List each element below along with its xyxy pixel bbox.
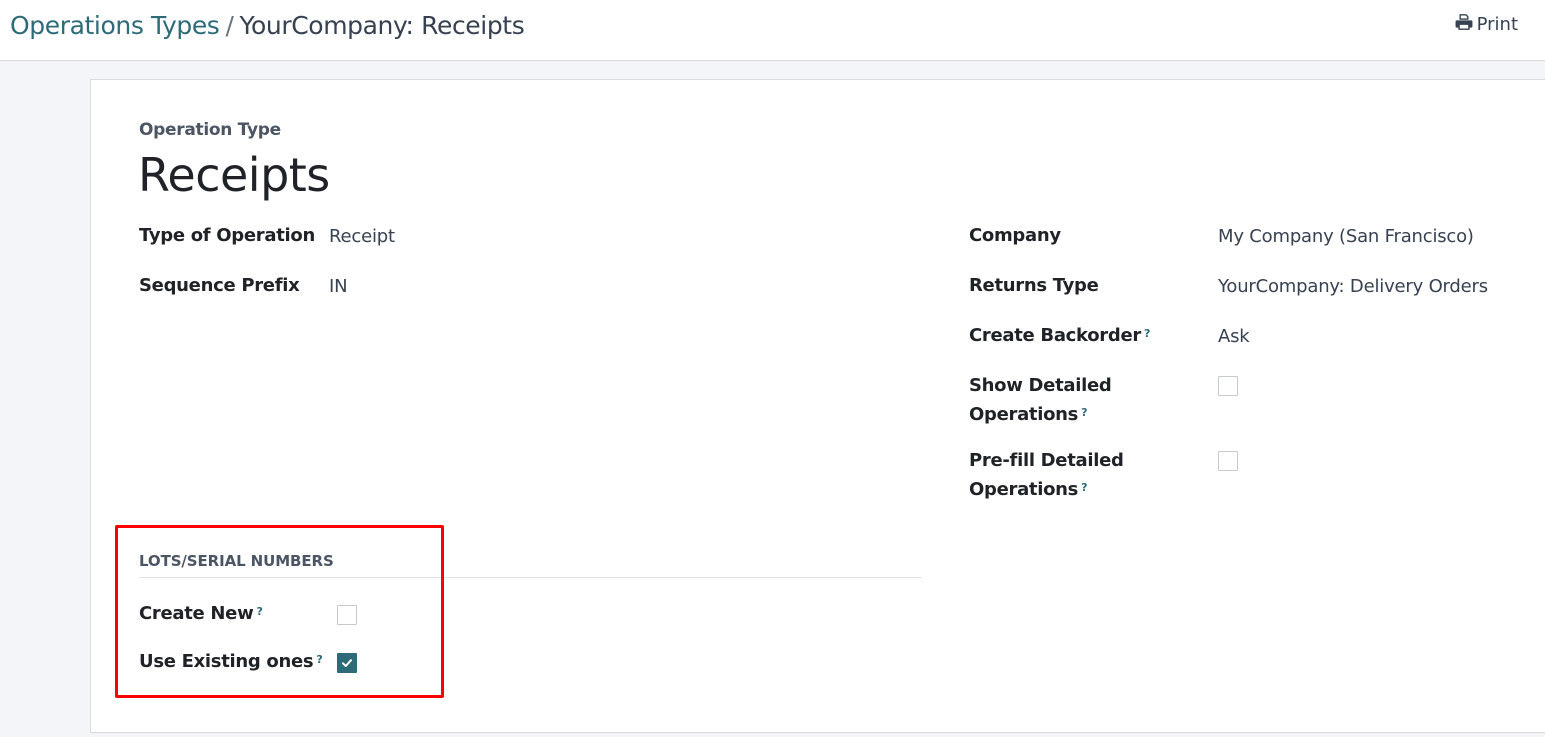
field-label-text: Pre-fill Detailed: [969, 450, 1124, 471]
field-create-new: Create New?: [139, 599, 357, 628]
help-tooltip-icon[interactable]: ?: [1081, 406, 1087, 419]
field-company: Company My Company (San Francisco): [969, 221, 1474, 251]
help-tooltip-icon[interactable]: ?: [1081, 481, 1087, 494]
section-title-lots-serial: LOTS/SERIAL NUMBERS: [139, 552, 922, 578]
field-label-text: Create New: [139, 603, 254, 624]
field-show-detailed-operations: Show Detailed Operations?: [969, 371, 1238, 429]
printer-icon: [1455, 13, 1473, 36]
create-new-checkbox[interactable]: [337, 605, 357, 625]
field-label: Sequence Prefix: [139, 275, 300, 296]
field-label-text: Use Existing ones: [139, 651, 314, 672]
field-label: Use Existing ones?: [139, 647, 337, 676]
sequence-prefix-input[interactable]: IN: [329, 272, 348, 301]
prefill-detailed-operations-checkbox[interactable]: [1218, 451, 1238, 471]
type-of-operation-select[interactable]: Receipt: [329, 222, 395, 251]
field-returns-type: Returns Type YourCompany: Delivery Order…: [969, 271, 1488, 301]
field-prefill-detailed-operations: Pre-fill Detailed Operations?: [969, 446, 1238, 504]
company-select[interactable]: My Company (San Francisco): [1218, 222, 1474, 251]
control-panel: Operations Types / YourCompany: Receipts P…: [0, 0, 1545, 61]
field-type-of-operation: Type of Operation Receipt: [139, 221, 395, 251]
breadcrumb-current: YourCompany: Receipts: [239, 11, 525, 40]
use-existing-ones-checkbox[interactable]: [337, 653, 357, 673]
field-label: Create New?: [139, 599, 337, 628]
field-label-text: Operations: [969, 404, 1079, 425]
field-use-existing-ones: Use Existing ones?: [139, 647, 357, 676]
show-detailed-operations-checkbox[interactable]: [1218, 376, 1238, 396]
breadcrumb-separator: /: [225, 11, 234, 40]
help-tooltip-icon[interactable]: ?: [1144, 327, 1150, 340]
form-sheet: Operation Type Receipts Type of Operatio…: [90, 79, 1545, 733]
field-create-backorder: Create Backorder? Ask: [969, 321, 1250, 351]
field-label: Pre-fill Detailed Operations?: [969, 446, 1218, 504]
field-label: Returns Type: [969, 275, 1099, 296]
print-label: Print: [1476, 14, 1518, 35]
returns-type-select[interactable]: YourCompany: Delivery Orders: [1218, 272, 1488, 301]
print-button[interactable]: Print: [1455, 13, 1518, 36]
field-sequence-prefix: Sequence Prefix IN: [139, 271, 348, 301]
record-title[interactable]: Receipts: [138, 146, 330, 204]
field-label: Create Backorder?: [969, 321, 1218, 350]
create-backorder-select[interactable]: Ask: [1218, 322, 1250, 351]
field-label-text: Operations: [969, 479, 1079, 500]
field-label: Company: [969, 225, 1061, 246]
checkmark-icon: [342, 659, 352, 667]
help-tooltip-icon[interactable]: ?: [256, 605, 262, 618]
help-tooltip-icon[interactable]: ?: [316, 653, 322, 666]
breadcrumb-parent-link[interactable]: Operations Types: [10, 11, 220, 40]
field-label-text: Create Backorder: [969, 325, 1141, 346]
breadcrumb: Operations Types / YourCompany: Receipts: [10, 10, 525, 42]
form-subtitle: Operation Type: [139, 120, 281, 140]
field-label-text: Show Detailed: [969, 375, 1112, 396]
field-label: Type of Operation: [139, 225, 315, 246]
field-label: Show Detailed Operations?: [969, 371, 1218, 429]
